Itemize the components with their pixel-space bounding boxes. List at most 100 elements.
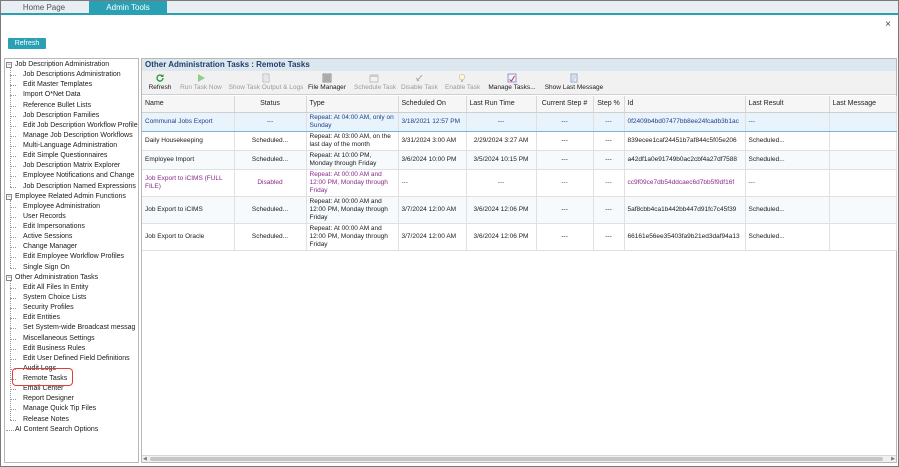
cell-message <box>829 131 897 151</box>
column-header-name[interactable]: Name <box>142 96 235 113</box>
tree-item-label[interactable]: Set System-wide Broadcast messag <box>23 323 135 333</box>
table-row[interactable]: Employee Import Scheduled... Repeat: At 10… <box>142 150 897 170</box>
toolbar-disable-task-button[interactable]: Disable Task <box>401 72 438 94</box>
tree-item-label[interactable]: Report Designer <box>23 394 74 404</box>
cell-type: Repeat: At 04:00 AM, only on Sunday <box>306 111 399 132</box>
cell-name: Employee Import <box>142 150 235 170</box>
tree-vertical-connector <box>10 280 11 420</box>
tree-item-label[interactable]: Manage Quick Tip Files <box>23 404 96 414</box>
cell-step: --- <box>536 223 594 251</box>
toolbar-manage-tasks-button[interactable]: Manage Tasks... <box>488 72 536 94</box>
tab-home-page[interactable]: Home Page <box>1 1 87 15</box>
tree-item-label[interactable]: Change Manager <box>23 242 77 252</box>
toolbar-button-label: File Manager <box>308 84 346 91</box>
table-row[interactable]: Communal Jobs Export --- Repeat: At 04:00 … <box>142 111 897 132</box>
toolbar-show-last-message-button[interactable]: Show Last Message <box>543 72 605 94</box>
column-header-type[interactable]: Type <box>306 96 399 113</box>
refresh-icon <box>155 73 165 83</box>
cell-status: Scheduled... <box>234 131 307 151</box>
cell-result: Scheduled... <box>745 223 830 251</box>
cell-pct: --- <box>593 131 625 151</box>
tree-item-label[interactable]: Job Descriptions Administration <box>23 70 121 80</box>
tree-item-label[interactable]: AI Content Search Options <box>15 425 98 435</box>
table-row[interactable]: Daily Housekeeping Scheduled... Repeat: At… <box>142 131 897 151</box>
cell-pct: --- <box>593 196 625 224</box>
cell-last-run: 3/6/2024 12:06 PM <box>466 223 537 251</box>
tree-item-label[interactable]: Edit User Defined Field Definitions <box>23 354 130 364</box>
cell-type: Repeat: At 00:00 AM and 12:00 PM, Monday… <box>306 196 399 224</box>
cell-status: Scheduled... <box>234 196 307 224</box>
column-header-id[interactable]: Id <box>624 96 746 113</box>
column-header-last-run-time[interactable]: Last Run Time <box>466 96 537 113</box>
tree-item-label[interactable]: Edit Master Templates <box>23 80 92 90</box>
tree-connector <box>10 419 16 421</box>
collapse-toggle-icon[interactable]: − <box>6 274 12 281</box>
tasks-grid: Name Status Type Scheduled On Last Run Time C… <box>142 96 897 251</box>
tree-item-label[interactable]: Edit Entities <box>23 313 60 323</box>
tree-item-label[interactable]: Active Sessions <box>23 232 72 242</box>
tree-group-label[interactable]: Job Description Administration <box>15 60 109 70</box>
scrollbar-thumb[interactable] <box>150 457 883 461</box>
tree-item-label[interactable]: Edit Job Description Workflow Profile <box>23 121 138 131</box>
play-icon <box>196 73 206 83</box>
column-header-scheduled-on[interactable]: Scheduled On <box>398 96 467 113</box>
refresh-button[interactable]: Refresh <box>8 38 46 49</box>
scroll-right-icon[interactable]: ▶ <box>891 456 895 462</box>
tree-item-label[interactable]: Import O*Net Data <box>23 90 81 100</box>
grid-header-row: Name Status Type Scheduled On Last Run Time C… <box>142 96 897 113</box>
tab-admin-tools[interactable]: Admin Tools <box>89 1 167 15</box>
cell-scheduled-on: --- <box>398 169 467 197</box>
collapse-toggle-icon[interactable]: − <box>6 62 12 68</box>
table-row[interactable]: Job Export to Oracle Scheduled... Repeat: … <box>142 223 897 251</box>
file-manager-icon <box>322 73 332 83</box>
tree-item-label[interactable]: Job Description Named Expressions <box>23 182 136 192</box>
column-header-step[interactable]: Step % <box>593 96 625 113</box>
tree-item-label[interactable]: Employee Administration <box>23 202 100 212</box>
column-header-status[interactable]: Status <box>234 96 307 113</box>
tree-item-label[interactable]: Security Profiles <box>23 303 74 313</box>
tree-item-label[interactable]: Edit Impersonations <box>23 222 85 232</box>
tree-item-label[interactable]: Release Notes <box>23 415 69 425</box>
tree-item-label[interactable]: Employee Notifications and Change <box>23 171 134 181</box>
horizontal-scrollbar[interactable]: ◀ ▶ <box>142 455 896 462</box>
tree-vertical-connector <box>10 68 11 187</box>
cell-status: Scheduled... <box>234 223 307 251</box>
column-header-last-message[interactable]: Last Message <box>829 96 897 113</box>
tree-item-label[interactable]: Miscellaneous Settings <box>23 334 95 344</box>
tree-item-label[interactable]: System Choice Lists <box>23 293 86 303</box>
cell-result: Scheduled... <box>745 131 830 151</box>
toolbar-show-task-output-logs-button[interactable]: Show Task Output & Logs <box>228 72 304 94</box>
tree-item-label[interactable]: Edit All Files In Entity <box>23 283 88 293</box>
tree-group-label[interactable]: Other Administration Tasks <box>15 273 98 283</box>
close-icon[interactable]: × <box>885 19 891 30</box>
tree-item-label[interactable]: Manage Job Description Workflows <box>23 131 133 141</box>
column-header-last-result[interactable]: Last Result <box>745 96 830 113</box>
toolbar-refresh-button[interactable]: Refresh <box>148 72 172 94</box>
toolbar-schedule-task-button[interactable]: Schedule Task <box>354 72 396 94</box>
tree-item-label[interactable]: Edit Employee Workflow Profiles <box>23 252 124 262</box>
cell-last-run: --- <box>466 169 537 197</box>
tree-item-label[interactable]: Edit Business Rules <box>23 344 85 354</box>
column-header-current-step[interactable]: Current Step # <box>536 96 594 113</box>
cell-scheduled-on: 3/6/2024 10:00 PM <box>398 150 467 170</box>
tree-item-label[interactable]: Single Sign On <box>23 263 70 273</box>
toolbar-run-task-now-button[interactable]: Run Task Now <box>179 72 223 94</box>
tree-item-label[interactable]: User Records <box>23 212 66 222</box>
toolbar-button-label: Show Last Message <box>544 84 604 91</box>
tree-group-label[interactable]: Employee Related Admin Functions <box>15 192 126 202</box>
toolbar-enable-task-button[interactable]: Enable Task <box>445 72 480 94</box>
cell-result: --- <box>745 111 830 132</box>
tree-item-label[interactable]: Job Description Families <box>23 111 99 121</box>
cell-name: Job Export to Oracle <box>142 223 235 251</box>
cell-result: Scheduled... <box>745 150 830 170</box>
scroll-left-icon[interactable]: ◀ <box>143 456 147 462</box>
table-row[interactable]: Job Export to iCIMS Scheduled... Repeat: A… <box>142 196 897 224</box>
tree-item-label[interactable]: Multi-Language Administration <box>23 141 117 151</box>
table-row[interactable]: Job Export to iCIMS (FULL FILE) Disabled R… <box>142 169 897 197</box>
collapse-toggle-icon[interactable]: − <box>6 193 12 200</box>
tree-item-label[interactable]: Edit Simple Questionnaires <box>23 151 107 161</box>
tree-item-label[interactable]: Reference Bullet Lists <box>23 101 91 111</box>
toolbar-file-manager-button[interactable]: File Manager <box>308 72 346 94</box>
tree-item-label[interactable]: Job Description Matrix Explorer <box>23 161 120 171</box>
toolbar-button-label: Manage Tasks... <box>488 84 536 91</box>
